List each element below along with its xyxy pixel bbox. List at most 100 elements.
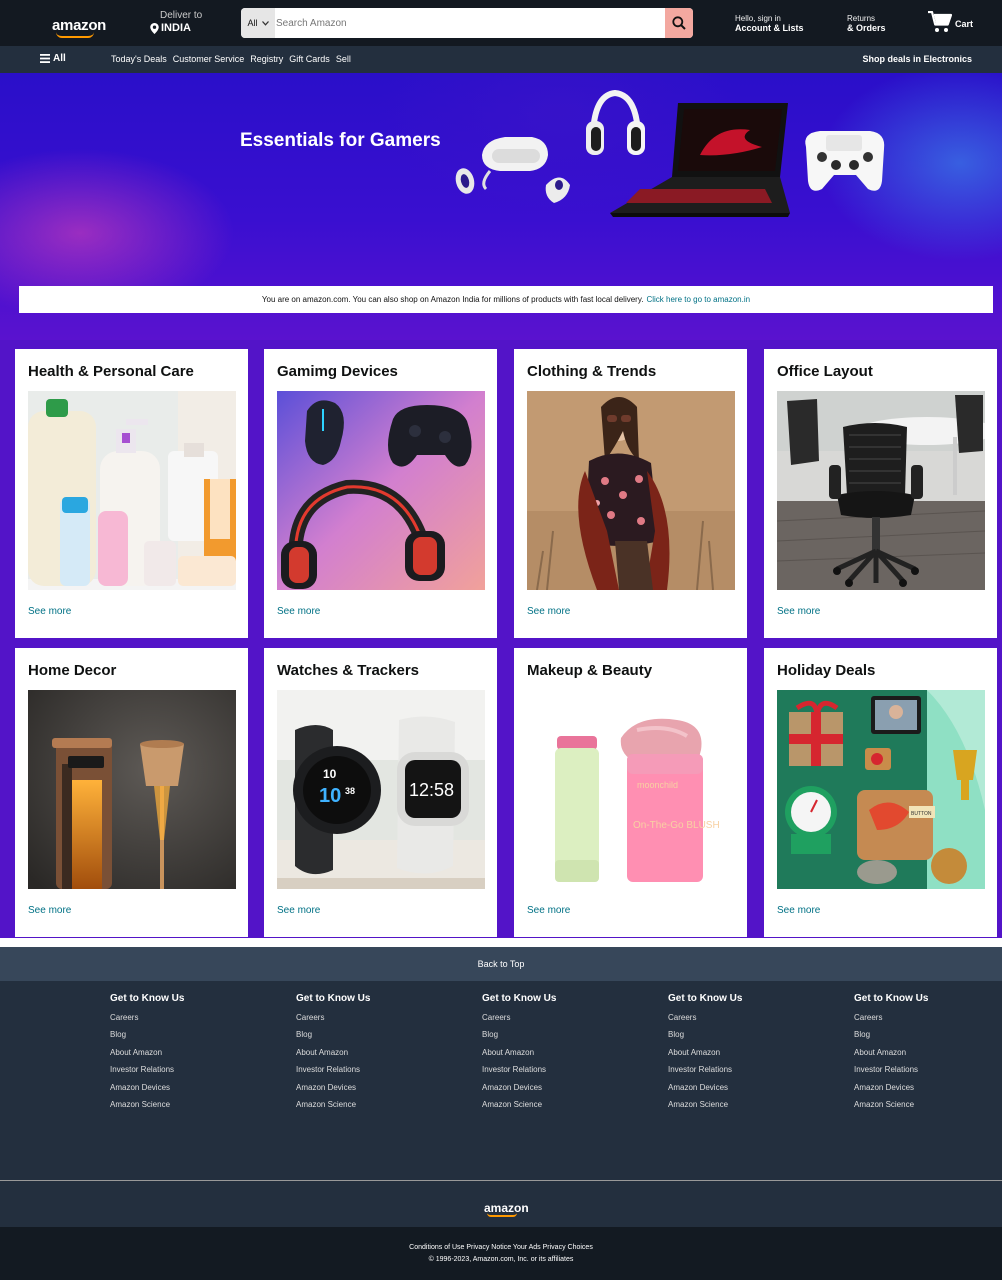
footer-link-science[interactable]: Amazon Science [296, 1096, 446, 1113]
category-card-gaming: Gamimg Devices See more [264, 349, 497, 638]
amazon-logo-smile [56, 32, 94, 38]
footer-column-title: Get to Know Us [110, 993, 185, 1004]
card-title: Makeup & Beauty [527, 662, 653, 679]
subnav-links: Today's Deals Customer Service Registry … [111, 54, 351, 64]
category-card-makeup: Makeup & Beauty moonchild On-The-Go BLUS… [514, 648, 747, 937]
category-card-watches: Watches & Trackers 10 10 38 12:58 See mo… [264, 648, 497, 937]
footer-link-science[interactable]: Amazon Science [110, 1096, 260, 1113]
account-greeting: Hello, sign in [735, 14, 781, 23]
footer-link-careers[interactable]: Careers [110, 1009, 260, 1026]
search-icon [672, 16, 686, 30]
footer-column: Get to Know Us Careers Blog About Amazon… [668, 993, 818, 1113]
category-card-clothing: Clothing & Trends See more [514, 349, 747, 638]
footer-link-careers[interactable]: Careers [482, 1009, 632, 1026]
subnav-link-gift-cards[interactable]: Gift Cards [289, 54, 330, 64]
footer-link-investor[interactable]: Investor Relations [482, 1061, 632, 1078]
makeup-blush-image: moonchild On-The-Go BLUSH [527, 690, 735, 889]
footer-link-devices[interactable]: Amazon Devices [296, 1079, 446, 1096]
card-title: Gamimg Devices [277, 363, 398, 380]
hero-title: Essentials for Gamers [240, 130, 441, 151]
card-title: Home Decor [28, 662, 117, 679]
see-more-link[interactable]: See more [277, 606, 320, 617]
hero-banner[interactable]: Essentials for Gamers You are on amazon.… [0, 73, 1002, 340]
card-image-clothing[interactable] [527, 391, 735, 590]
back-to-top-button[interactable]: Back to Top [0, 947, 1002, 981]
card-image-gaming[interactable] [277, 391, 485, 590]
watch-right-time-text: 12:58 [409, 780, 454, 800]
cart-button[interactable]: Cart [928, 11, 973, 33]
legal-links[interactable]: Conditions of Use Privacy Notice Your Ad… [0, 1244, 1002, 1251]
footer-link-devices[interactable]: Amazon Devices [482, 1079, 632, 1096]
footer-link-blog[interactable]: Blog [668, 1026, 818, 1043]
footer-link-about[interactable]: About Amazon [110, 1044, 260, 1061]
returns-orders-button[interactable]: Returns & Orders [847, 14, 886, 33]
footer-link-investor[interactable]: Investor Relations [110, 1061, 260, 1078]
footer-column: Get to Know Us Careers Blog About Amazon… [482, 993, 632, 1113]
footer-link-devices[interactable]: Amazon Devices [854, 1079, 1002, 1096]
footer-link-blog[interactable]: Blog [110, 1026, 260, 1043]
footer-link-about[interactable]: About Amazon [668, 1044, 818, 1061]
see-more-link[interactable]: See more [277, 905, 320, 916]
vr-headset-icon [455, 137, 570, 203]
see-more-link[interactable]: See more [527, 606, 570, 617]
card-image-holiday[interactable]: BUTTON [777, 690, 985, 889]
card-title: Clothing & Trends [527, 363, 657, 380]
search-category-select[interactable]: All [241, 8, 275, 38]
footer-column: Get to Know Us Careers Blog About Amazon… [110, 993, 260, 1113]
footer-link-blog[interactable]: Blog [854, 1026, 1002, 1043]
subnav-link-customer-service[interactable]: Customer Service [173, 54, 245, 64]
card-image-health[interactable] [28, 391, 236, 590]
search-category-label: All [247, 18, 258, 28]
go-to-amazon-in-link[interactable]: Click here to go to amazon.in [646, 295, 750, 304]
search-button[interactable] [665, 8, 693, 38]
footer-link-about[interactable]: About Amazon [296, 1044, 446, 1061]
all-menu-button[interactable]: All [40, 53, 66, 64]
footer-link-science[interactable]: Amazon Science [854, 1096, 1002, 1113]
footer-links-section: Get to Know Us Careers Blog About Amazon… [0, 981, 1002, 1181]
footer-link-blog[interactable]: Blog [482, 1026, 632, 1043]
category-card-holiday: Holiday Deals BUTTON See more [764, 648, 997, 937]
account-lists-label: Account & Lists [735, 23, 804, 33]
see-more-link[interactable]: See more [28, 606, 71, 617]
gaming-devices-image [277, 391, 485, 590]
footer-link-careers[interactable]: Careers [296, 1009, 446, 1026]
cart-label: Cart [955, 19, 974, 29]
card-image-watches[interactable]: 10 10 38 12:58 [277, 690, 485, 889]
subnav-link-registry[interactable]: Registry [250, 54, 283, 64]
card-image-office[interactable] [777, 391, 985, 590]
watch-left-sec-text: 38 [345, 786, 355, 796]
holiday-tag-text: BUTTON [911, 811, 932, 817]
footer-link-devices[interactable]: Amazon Devices [110, 1079, 260, 1096]
footer-link-about[interactable]: About Amazon [482, 1044, 632, 1061]
category-card-office: Office Layout See more [764, 349, 997, 638]
footer-link-devices[interactable]: Amazon Devices [668, 1079, 818, 1096]
cart-icon [928, 11, 952, 32]
all-menu-label: All [53, 53, 66, 64]
footer-link-careers[interactable]: Careers [668, 1009, 818, 1026]
hero-gaming-products-image [455, 89, 885, 217]
watches-trackers-image: 10 10 38 12:58 [277, 690, 485, 889]
shop-electronics-deals-link[interactable]: Shop deals in Electronics [862, 54, 972, 64]
footer-link-about[interactable]: About Amazon [854, 1044, 1002, 1061]
search-input[interactable] [275, 8, 665, 38]
see-more-link[interactable]: See more [777, 905, 820, 916]
card-image-makeup[interactable]: moonchild On-The-Go BLUSH [527, 690, 735, 889]
subnav-link-sell[interactable]: Sell [336, 54, 351, 64]
footer-link-investor[interactable]: Investor Relations [854, 1061, 1002, 1078]
footer-link-science[interactable]: Amazon Science [668, 1096, 818, 1113]
footer-legal-section: Conditions of Use Privacy Notice Your Ad… [0, 1227, 1002, 1280]
amazon-india-notice: You are on amazon.com. You can also shop… [19, 286, 993, 313]
card-image-home-decor[interactable] [28, 690, 236, 889]
health-products-image [28, 391, 236, 590]
footer-link-investor[interactable]: Investor Relations [668, 1061, 818, 1078]
see-more-link[interactable]: See more [777, 606, 820, 617]
footer-link-science[interactable]: Amazon Science [482, 1096, 632, 1113]
see-more-link[interactable]: See more [527, 905, 570, 916]
account-lists-button[interactable]: Hello, sign in Account & Lists [735, 14, 804, 33]
holiday-deals-image: BUTTON [777, 690, 985, 889]
footer-link-blog[interactable]: Blog [296, 1026, 446, 1043]
subnav-link-todays-deals[interactable]: Today's Deals [111, 54, 167, 64]
footer-link-investor[interactable]: Investor Relations [296, 1061, 446, 1078]
footer-link-careers[interactable]: Careers [854, 1009, 1002, 1026]
see-more-link[interactable]: See more [28, 905, 71, 916]
